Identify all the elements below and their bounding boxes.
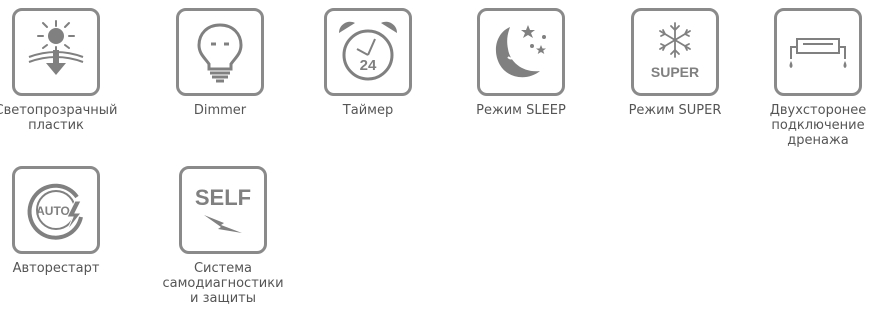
feature-icon-frame <box>774 8 862 96</box>
feature-icon-frame <box>477 8 565 96</box>
feature-two-side-drain: Двухсторонее подключение дренажа <box>738 8 869 148</box>
self-text: SELF <box>195 185 251 210</box>
drain-icon <box>789 38 847 68</box>
auto-text: AUTO <box>36 204 70 218</box>
timer-hours-text: 24 <box>360 57 377 74</box>
feature-label: Двухсторонее подключение дренажа <box>769 103 867 148</box>
dimmer-bulb-icon <box>197 23 243 83</box>
feature-label: Светопрозрачный пластик <box>0 103 118 133</box>
autorestart-icon: AUTO <box>27 183 83 240</box>
feature-icon-frame <box>12 8 100 96</box>
feature-icon-frame: SUPER <box>631 8 719 96</box>
feature-self-diagnostics: SELF Система самодиагностики и защиты <box>143 166 303 306</box>
feature-label: Система самодиагностики и защиты <box>162 261 284 306</box>
snowflake-icon: SUPER <box>651 22 699 80</box>
feature-timer: 24 Таймер <box>288 8 448 118</box>
feature-label: Авторестарт <box>12 261 100 276</box>
moon-stars-icon <box>495 25 546 78</box>
feature-label: Dimmer <box>193 103 247 118</box>
super-text: SUPER <box>651 64 699 80</box>
feature-label: Режим SLEEP <box>476 103 566 118</box>
feature-icon-frame <box>176 8 264 96</box>
feature-sleep-mode: Режим SLEEP <box>441 8 601 118</box>
self-diagnostics-icon: SELF <box>195 185 251 233</box>
feature-label: Таймер <box>342 103 394 118</box>
feature-dimmer: Dimmer <box>140 8 300 118</box>
sun-icon <box>28 20 84 75</box>
feature-icon-frame: AUTO <box>12 166 100 254</box>
feature-transparent-plastic: Светопрозрачный пластик <box>0 8 136 133</box>
feature-icon-frame: 24 <box>324 8 412 96</box>
feature-icon-frame: SELF <box>179 166 267 254</box>
alarm-clock-icon: 24 <box>338 21 398 81</box>
feature-super-mode: SUPER Режим SUPER <box>595 8 755 118</box>
feature-autorestart: AUTO Авторестарт <box>0 166 136 276</box>
feature-label: Режим SUPER <box>628 103 722 118</box>
